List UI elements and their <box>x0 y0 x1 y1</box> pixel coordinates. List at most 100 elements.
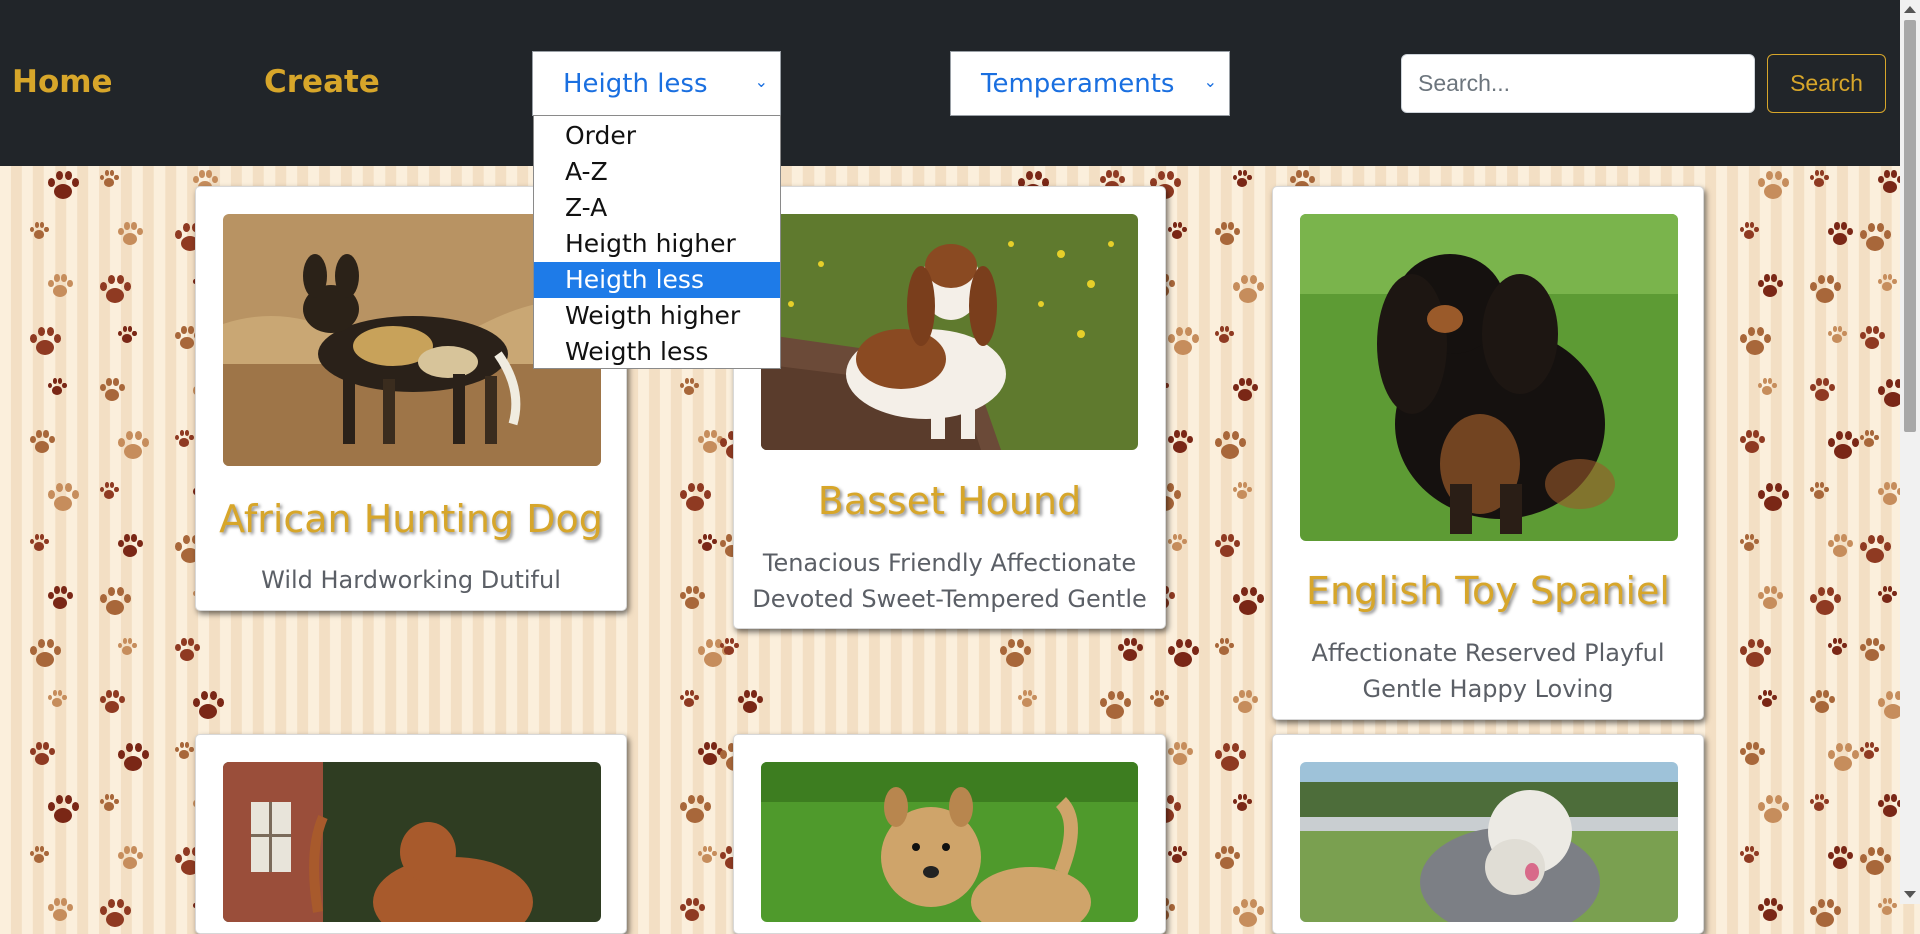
paw-print-icon <box>1860 222 1892 252</box>
paw-print-icon <box>30 742 55 766</box>
paw-print-icon <box>100 274 132 304</box>
home-link[interactable]: Home <box>12 64 113 100</box>
order-select[interactable]: Heigth less ⌄ <box>532 51 781 116</box>
paw-print-icon <box>1810 794 1829 812</box>
paw-print-icon <box>30 638 62 668</box>
paw-print-icon <box>48 378 67 396</box>
paw-print-icon <box>1118 638 1143 662</box>
paw-print-icon <box>100 378 125 402</box>
paw-print-icon <box>48 274 73 298</box>
paw-print-icon <box>1810 586 1842 616</box>
order-option[interactable]: Weigth less <box>534 334 780 370</box>
paw-print-icon <box>118 534 143 558</box>
paw-print-icon <box>720 638 739 656</box>
order-option[interactable]: A-Z <box>534 154 780 190</box>
chevron-down-icon: ⌄ <box>754 72 768 91</box>
paw-print-icon <box>1758 586 1783 610</box>
dog-card[interactable] <box>195 734 627 934</box>
scroll-thumb[interactable] <box>1904 20 1916 432</box>
dog-card[interactable] <box>1272 734 1704 934</box>
paw-print-icon <box>1878 586 1897 604</box>
paw-print-icon <box>48 898 73 922</box>
dog-photo <box>1300 214 1678 541</box>
paw-print-icon <box>1758 170 1790 200</box>
chevron-down-icon: ⌄ <box>1203 72 1217 91</box>
paw-print-icon <box>1878 898 1897 916</box>
dog-card[interactable]: Basset Hound Tenacious Friendly Affectio… <box>733 186 1166 629</box>
paw-print-icon <box>175 742 194 760</box>
vertical-scrollbar[interactable] <box>1900 0 1920 904</box>
order-select-value: Heigth less <box>563 69 708 99</box>
paw-print-icon <box>698 534 717 552</box>
paw-print-icon <box>1860 430 1879 448</box>
create-link[interactable]: Create <box>264 64 380 100</box>
paw-print-icon <box>698 846 717 864</box>
temperaments-select-value: Temperaments <box>981 69 1175 99</box>
paw-print-icon <box>1740 326 1772 356</box>
paw-print-icon <box>1215 846 1240 870</box>
temperaments-select[interactable]: Temperaments ⌄ <box>950 51 1230 116</box>
paw-print-icon <box>100 482 119 500</box>
paw-print-icon <box>1758 690 1777 708</box>
paw-print-icon <box>118 742 150 772</box>
paw-print-icon <box>1828 430 1860 460</box>
paw-print-icon <box>1810 482 1829 500</box>
order-option-selected[interactable]: Heigth less <box>534 262 780 298</box>
temperaments-line: Wild Hardworking Dutiful <box>261 566 561 594</box>
paw-print-icon <box>1758 378 1777 396</box>
paw-print-icon <box>1215 638 1234 656</box>
dog-card[interactable]: English Toy Spaniel Affectionate Reserve… <box>1272 186 1704 720</box>
paw-print-icon <box>1878 170 1903 194</box>
paw-print-icon <box>1810 170 1829 188</box>
paw-print-icon <box>1168 534 1187 552</box>
dog-card[interactable] <box>733 734 1166 934</box>
search-input[interactable] <box>1401 54 1755 113</box>
dog-temperaments: Tenacious Friendly Affectionate Devoted … <box>734 545 1165 617</box>
paw-print-icon <box>1758 274 1783 298</box>
paw-print-icon <box>30 846 49 864</box>
paw-print-icon <box>1810 690 1835 714</box>
paw-print-icon <box>680 586 705 610</box>
paw-print-icon <box>1168 638 1200 668</box>
paw-print-icon <box>1860 638 1885 662</box>
temperaments-line: Devoted Sweet-Tempered Gentle <box>752 585 1147 613</box>
scroll-down-arrow-icon[interactable] <box>1904 891 1916 898</box>
paw-print-icon <box>1878 274 1897 292</box>
paw-print-icon <box>1233 482 1252 500</box>
paw-print-icon <box>100 586 132 616</box>
paw-print-icon <box>1000 638 1032 668</box>
paw-print-icon <box>1215 430 1247 460</box>
temperaments-line: Tenacious Friendly Affectionate <box>762 549 1137 577</box>
paw-print-icon <box>1100 690 1132 720</box>
dog-photo <box>223 762 601 922</box>
paw-print-icon <box>1740 534 1759 552</box>
paw-print-icon <box>118 638 137 656</box>
paw-print-icon <box>1860 742 1879 760</box>
paw-print-icon <box>175 430 194 448</box>
dog-photo <box>1300 762 1678 922</box>
paw-print-icon <box>1810 378 1835 402</box>
paw-print-icon <box>1758 794 1790 824</box>
search-button[interactable]: Search <box>1767 54 1886 113</box>
paw-print-icon <box>680 690 699 708</box>
order-option[interactable]: Z-A <box>534 190 780 226</box>
order-option[interactable]: Weigth higher <box>534 298 780 334</box>
paw-print-icon <box>30 222 49 240</box>
paw-print-icon <box>175 638 200 662</box>
paw-print-icon <box>1233 170 1252 188</box>
paw-print-icon <box>680 482 712 512</box>
paw-print-icon <box>30 534 49 552</box>
paw-print-icon <box>1150 690 1169 708</box>
paw-print-icon <box>1233 378 1258 402</box>
paw-print-icon <box>48 482 80 512</box>
paw-print-icon <box>1168 742 1193 766</box>
dog-temperaments: Wild Hardworking Dutiful <box>196 562 626 598</box>
paw-print-icon <box>1168 326 1200 356</box>
order-option[interactable]: Heigth higher <box>534 226 780 262</box>
order-option[interactable]: Order <box>534 118 780 154</box>
scroll-up-arrow-icon[interactable] <box>1904 6 1916 13</box>
paw-print-icon <box>698 638 730 668</box>
paw-print-icon <box>1233 586 1265 616</box>
paw-print-icon <box>698 742 723 766</box>
paw-print-icon <box>680 794 712 824</box>
